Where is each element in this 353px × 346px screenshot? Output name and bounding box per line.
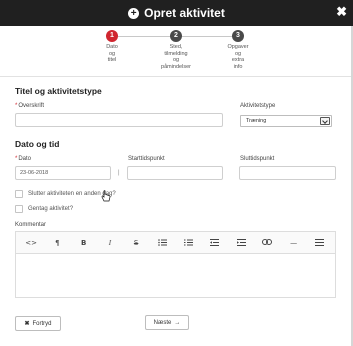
paragraph-button[interactable]: ¶	[49, 236, 65, 250]
step-connector	[118, 36, 176, 37]
chevron-down-icon[interactable]	[320, 117, 330, 125]
hand-cursor-icon	[101, 190, 111, 202]
repeat-checkbox[interactable]	[15, 205, 23, 213]
dato-label-text: Dato	[18, 156, 32, 162]
editor-toolbar: <> ¶ B I S —	[16, 232, 335, 254]
bullet-list-icon	[158, 238, 167, 246]
dato-label: *Dato	[15, 156, 31, 162]
dialog-titlebar: + Opret aktivitet ✖	[0, 0, 353, 26]
indent-icon	[236, 238, 246, 246]
link-button[interactable]	[259, 236, 275, 250]
sluttid-input[interactable]	[239, 166, 336, 180]
activity-type-label: Aktivitetstype	[240, 103, 276, 109]
date-separator: |	[118, 170, 120, 176]
step-3-label: Opgaver og extra info	[227, 44, 249, 70]
italic-button[interactable]: I	[102, 236, 118, 250]
wizard-stepper: 1 Dato og titel 2 Sted, tilmelding og på…	[0, 26, 351, 76]
starttid-input[interactable]	[127, 166, 223, 180]
sluttid-label: Sluttidspunkt	[240, 156, 275, 162]
step-1-circle[interactable]: 1	[106, 30, 118, 42]
align-icon	[315, 238, 325, 246]
step-1-label: Dato og titel	[106, 44, 118, 64]
overskrift-label-text: Overskrift	[18, 103, 45, 109]
date-section-heading: Dato og tid	[15, 139, 60, 149]
starttid-label: Starttidspunkt	[128, 156, 165, 162]
bold-button[interactable]: B	[76, 236, 92, 250]
close-icon: ✖	[24, 321, 30, 327]
required-marker: *	[15, 156, 18, 162]
repeat-option[interactable]: Gentag aktivitet?	[15, 205, 73, 213]
required-marker: *	[15, 103, 18, 109]
step-2-circle[interactable]: 2	[170, 30, 182, 42]
arrow-right-icon: →	[174, 319, 181, 326]
close-icon[interactable]: ✖	[336, 5, 347, 19]
numbered-list-button[interactable]	[181, 236, 197, 250]
next-button-label: Næste	[153, 319, 172, 326]
dato-input[interactable]: 23-06-2018	[15, 166, 111, 180]
comment-label: Kommentar	[15, 222, 47, 228]
numbered-list-icon	[184, 239, 194, 245]
plus-circle-icon: +	[128, 7, 140, 19]
bullet-list-button[interactable]	[154, 236, 170, 250]
cancel-button[interactable]: ✖ Fortryd	[15, 316, 61, 331]
code-view-button[interactable]: <>	[23, 236, 39, 250]
dialog-title: Opret aktivitet	[144, 6, 225, 20]
outdent-icon	[210, 238, 220, 246]
step-connector	[182, 36, 234, 37]
activity-type-select[interactable]: Træning	[240, 115, 332, 127]
overskrift-input[interactable]	[15, 113, 223, 127]
indent-button[interactable]	[233, 236, 249, 250]
activity-type-value: Træning	[246, 118, 267, 124]
next-button[interactable]: Næste →	[145, 315, 189, 330]
overskrift-label: *Overskrift	[15, 103, 44, 109]
cancel-button-label: Fortryd	[32, 320, 52, 327]
other-day-checkbox[interactable]	[15, 190, 23, 198]
stepper-divider	[0, 76, 351, 77]
repeat-label[interactable]: Gentag aktivitet?	[28, 206, 73, 212]
step-2-label: Sted, tilmelding og påmindelser	[161, 44, 191, 70]
comment-editor[interactable]: <> ¶ B I S —	[15, 231, 336, 298]
outdent-button[interactable]	[207, 236, 223, 250]
dialog-title-group: + Opret aktivitet	[0, 0, 353, 26]
strikethrough-button[interactable]: S	[128, 236, 144, 250]
horizontal-rule-button[interactable]: —	[286, 236, 302, 250]
align-button[interactable]	[312, 236, 328, 250]
title-section-heading: Titel og aktivitetstype	[15, 86, 102, 96]
link-icon	[262, 238, 273, 245]
step-3-circle[interactable]: 3	[232, 30, 244, 42]
